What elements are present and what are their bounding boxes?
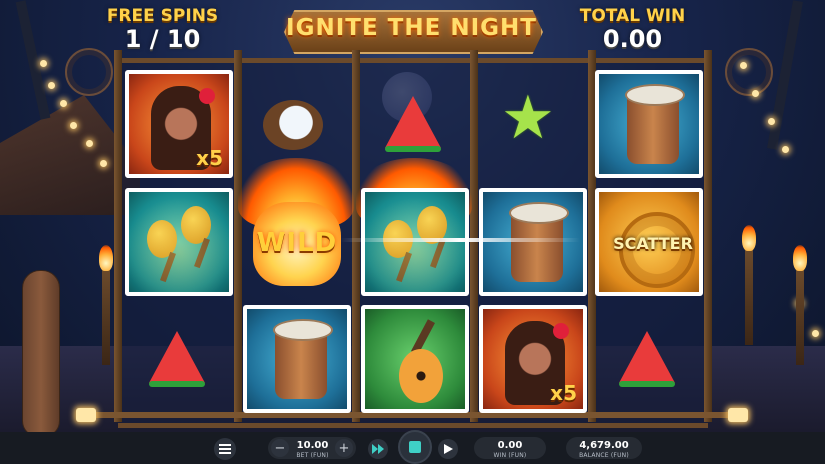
bet-label: BET (FUN)	[296, 452, 329, 459]
bet-value: 10.00	[296, 440, 329, 451]
stop-icon	[409, 441, 421, 453]
symbol-drum	[243, 305, 351, 413]
tiki-torch	[102, 270, 110, 365]
watermelon-rind	[385, 146, 441, 152]
watermelon-icon	[149, 331, 205, 383]
play-icon	[444, 444, 453, 454]
torch-flame	[99, 245, 113, 271]
maraca-handle	[396, 251, 412, 283]
dreamcatcher-icon	[65, 48, 113, 96]
free-spins-label: FREE SPINS	[106, 6, 219, 26]
maraca-handle	[160, 251, 176, 283]
symbol-drum	[595, 70, 703, 178]
free-spins-counter: 1 / 10	[124, 25, 201, 53]
scatter-label: SCATTER	[613, 234, 693, 253]
light-bulb	[740, 62, 747, 69]
surfboard	[22, 270, 60, 437]
symbol-maracas	[125, 188, 233, 296]
flower-icon	[553, 323, 569, 339]
light-bulb	[100, 160, 107, 167]
light-bulb	[752, 90, 759, 97]
reel-post	[704, 50, 712, 422]
flower-icon	[199, 88, 215, 104]
torch-flame	[742, 225, 756, 251]
bet-increase-button[interactable]: +	[335, 439, 353, 457]
total-win-label: TOTAL WIN	[579, 6, 686, 26]
reel-post	[352, 50, 360, 422]
dreamcatcher-icon	[725, 48, 773, 96]
rail-light	[76, 408, 96, 422]
light-bulb	[48, 82, 55, 89]
win-label: WIN (FUN)	[493, 452, 527, 459]
multiplier-badge: x5	[550, 381, 577, 405]
tiki-torch	[796, 270, 804, 365]
maraca-icon	[147, 220, 177, 258]
symbol-maracas	[361, 188, 469, 296]
symbol-woman: x5	[125, 70, 233, 178]
menu-button[interactable]	[214, 438, 236, 460]
balance-label: BALANCE (FUN)	[579, 452, 629, 459]
fast-forward-icon	[372, 444, 384, 454]
tiki-torch	[745, 250, 753, 345]
light-bulb	[70, 122, 77, 129]
torch-flame	[793, 245, 807, 271]
watermelon-rind	[149, 381, 205, 387]
watermelon-icon	[619, 331, 675, 383]
wild-label: WILD	[256, 228, 338, 258]
drum-head	[509, 202, 569, 224]
drum-head	[273, 319, 333, 341]
watermelon-icon	[385, 96, 441, 148]
symbol-woman: x5	[479, 305, 587, 413]
balance-value: 4,679.00	[579, 440, 629, 451]
maraca-icon	[181, 206, 211, 244]
symbol-scatter: SCATTER	[595, 188, 703, 296]
win-line-spark	[340, 238, 580, 242]
light-bulb	[60, 100, 67, 107]
maraca-handle	[430, 237, 446, 269]
bet-decrease-button[interactable]: −	[271, 439, 289, 457]
coconut-icon	[263, 100, 323, 150]
hamburger-icon	[219, 444, 231, 454]
maraca-handle	[194, 237, 210, 269]
reel-post	[470, 50, 478, 422]
symbol-melon	[595, 305, 703, 413]
symbol-wild: WILD	[243, 188, 351, 296]
light-bulb	[86, 140, 93, 147]
turbo-button[interactable]	[368, 439, 388, 459]
total-win-value: 0.00	[602, 25, 663, 53]
starfruit-icon: ★	[501, 83, 555, 153]
light-bulb	[40, 60, 47, 67]
win-value: 0.00	[497, 440, 523, 451]
guitar-icon	[399, 349, 443, 403]
rail-light	[728, 408, 748, 422]
multiplier-badge: x5	[196, 146, 223, 170]
reel-post	[234, 50, 242, 422]
symbol-guitar	[361, 305, 469, 413]
light-bulb	[768, 118, 775, 125]
stop-button[interactable]	[398, 430, 432, 464]
symbol-melon	[125, 305, 233, 413]
autoplay-button[interactable]	[438, 439, 458, 459]
symbol-drum	[479, 188, 587, 296]
light-bulb	[812, 330, 819, 337]
game-logo-text: IGNITE THE NIGHT	[286, 15, 537, 41]
drum-head	[625, 84, 685, 106]
light-bulb	[782, 146, 789, 153]
symbol-starfruit: ★	[479, 70, 587, 178]
reel-post	[114, 50, 122, 422]
watermelon-rind	[619, 381, 675, 387]
